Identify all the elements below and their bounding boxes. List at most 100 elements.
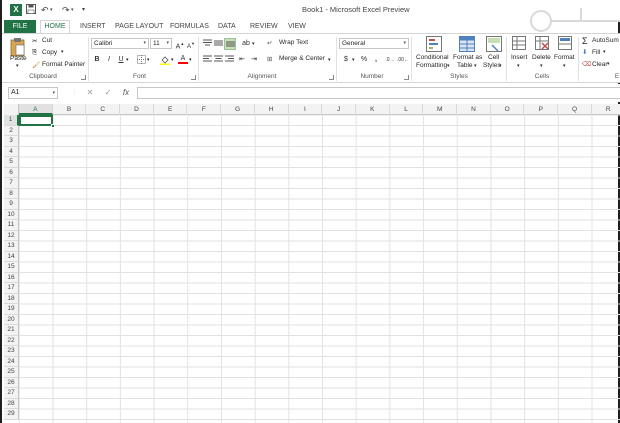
delete-cells-icon[interactable] (535, 36, 549, 52)
column-header-j[interactable]: J (322, 104, 356, 115)
save-icon[interactable] (26, 4, 36, 16)
fill-color-dropdown-icon[interactable]: ▾ (171, 57, 174, 63)
alignment-launcher-icon[interactable] (329, 75, 334, 80)
column-header-i[interactable]: I (289, 104, 323, 115)
excel-app-icon[interactable]: X (10, 4, 22, 16)
fill-dropdown-icon[interactable]: ▾ (603, 49, 606, 55)
fill-icon[interactable]: ⬇ (582, 48, 587, 56)
font-color-icon[interactable]: A (178, 55, 188, 65)
currency-dropdown-icon[interactable]: ▾ (352, 57, 355, 63)
insert-function-button[interactable]: fx (120, 87, 132, 99)
undo-dropdown-icon[interactable]: ▾ (50, 4, 53, 16)
cancel-icon[interactable]: ✕ (84, 87, 96, 99)
clear-button[interactable]: Clear (592, 61, 608, 68)
cell-styles-icon[interactable] (486, 36, 502, 54)
bottom-align-icon[interactable] (224, 38, 236, 50)
cut-icon[interactable]: ✂ (32, 37, 37, 45)
cells-area[interactable] (19, 115, 620, 423)
row-header-12[interactable]: 12 (4, 230, 19, 241)
column-header-f[interactable]: F (188, 104, 222, 115)
middle-align-icon[interactable] (213, 39, 223, 49)
autosum-button[interactable]: AutoSum (592, 37, 619, 44)
row-header-1[interactable]: 1 (4, 115, 19, 126)
formula-input[interactable] (137, 87, 620, 99)
font-color-dropdown-icon[interactable]: ▾ (189, 57, 192, 63)
column-header-m[interactable]: M (423, 104, 458, 115)
borders-dropdown-icon[interactable]: ▾ (147, 57, 150, 63)
row-header-9[interactable]: 9 (4, 199, 19, 210)
row-header-16[interactable]: 16 (4, 272, 19, 283)
currency-button[interactable]: $ (341, 55, 351, 65)
row-header-10[interactable]: 10 (4, 209, 19, 220)
format-as-table-label-1[interactable]: Format as (453, 54, 482, 61)
redo-icon[interactable]: ↷ (62, 4, 70, 16)
row-header-5[interactable]: 5 (4, 157, 19, 168)
redo-dropdown-icon[interactable]: ▾ (71, 4, 74, 16)
tab-view[interactable]: VIEW (286, 20, 308, 34)
row-header-27[interactable]: 27 (4, 388, 19, 399)
row-header-14[interactable]: 14 (4, 251, 19, 262)
format-as-table-label-2[interactable]: Table (457, 62, 473, 69)
clear-dropdown-icon[interactable]: ▾ (607, 61, 610, 67)
font-launcher-icon[interactable] (191, 75, 196, 80)
format-painter-icon[interactable]: 🖌 (32, 61, 40, 69)
copy-dropdown-icon[interactable]: ▾ (61, 49, 64, 55)
align-right-icon[interactable] (224, 55, 234, 65)
increase-decimal-icon[interactable]: .0→ (384, 55, 396, 65)
bold-button[interactable]: B (92, 55, 102, 65)
delete-cells-button[interactable]: Delete (532, 54, 551, 61)
column-header-g[interactable]: G (221, 104, 255, 115)
fill-color-icon[interactable] (160, 55, 170, 65)
row-header-2[interactable]: 2 (4, 125, 19, 136)
column-header-e[interactable]: E (154, 104, 188, 115)
undo-icon[interactable]: ↶ (41, 4, 49, 16)
merge-center-dropdown-icon[interactable]: ▾ (328, 57, 331, 63)
tab-file[interactable]: FILE (4, 20, 36, 34)
column-header-b[interactable]: B (53, 104, 87, 115)
row-header-20[interactable]: 20 (4, 314, 19, 325)
column-header-c[interactable]: C (86, 104, 121, 115)
column-header-r[interactable]: R (592, 104, 620, 115)
name-box[interactable]: A1 ▾ (8, 87, 58, 99)
row-header-19[interactable]: 19 (4, 304, 19, 315)
row-header-23[interactable]: 23 (4, 346, 19, 357)
number-launcher-icon[interactable] (404, 75, 409, 80)
row-header-15[interactable]: 15 (4, 262, 19, 273)
fill-handle[interactable] (51, 124, 55, 128)
underline-dropdown-icon[interactable]: ▾ (126, 57, 129, 63)
align-left-icon[interactable] (202, 55, 212, 65)
tab-insert[interactable]: INSERT (78, 20, 108, 34)
orientation-dropdown-icon[interactable]: ▾ (252, 41, 255, 47)
cell-styles-dropdown-icon[interactable]: ▾ (499, 63, 502, 69)
tab-review[interactable]: REVIEW (248, 20, 280, 34)
paste-button[interactable]: Paste (10, 55, 27, 62)
active-cell[interactable] (19, 115, 53, 126)
font-size-select[interactable]: 11 ▾ (150, 38, 172, 49)
column-header-o[interactable]: O (491, 104, 525, 115)
row-header-22[interactable]: 22 (4, 335, 19, 346)
autosum-icon[interactable]: Σ (582, 36, 588, 46)
row-header-25[interactable]: 25 (4, 367, 19, 378)
orientation-icon[interactable]: ab (241, 39, 251, 49)
wrap-text-icon[interactable]: ↵ (267, 39, 272, 47)
font-family-select[interactable]: Calibri ▾ (91, 38, 149, 49)
column-header-n[interactable]: N (457, 104, 491, 115)
column-header-q[interactable]: Q (558, 104, 592, 115)
column-header-k[interactable]: K (356, 104, 390, 115)
row-header-3[interactable]: 3 (4, 136, 19, 147)
decrease-indent-icon[interactable]: ⇤ (237, 55, 247, 65)
increase-indent-icon[interactable]: ⇥ (249, 55, 259, 65)
column-header-l[interactable]: L (390, 104, 424, 115)
row-header-29[interactable]: 29 (4, 409, 19, 420)
conditional-formatting-dropdown-icon[interactable]: ▾ (447, 63, 450, 69)
row-header-18[interactable]: 18 (4, 293, 19, 304)
conditional-formatting-label-2[interactable]: Formatting (416, 62, 447, 69)
comma-button[interactable]: , (371, 55, 381, 65)
column-header-h[interactable]: H (255, 104, 289, 115)
decrease-decimal-icon[interactable]: .00← (397, 55, 409, 65)
select-all-corner[interactable] (4, 104, 19, 115)
column-header-a[interactable]: A (19, 104, 53, 115)
conditional-formatting-icon[interactable] (426, 36, 442, 54)
row-header-26[interactable]: 26 (4, 377, 19, 388)
paste-dropdown-icon[interactable]: ▾ (16, 63, 19, 69)
